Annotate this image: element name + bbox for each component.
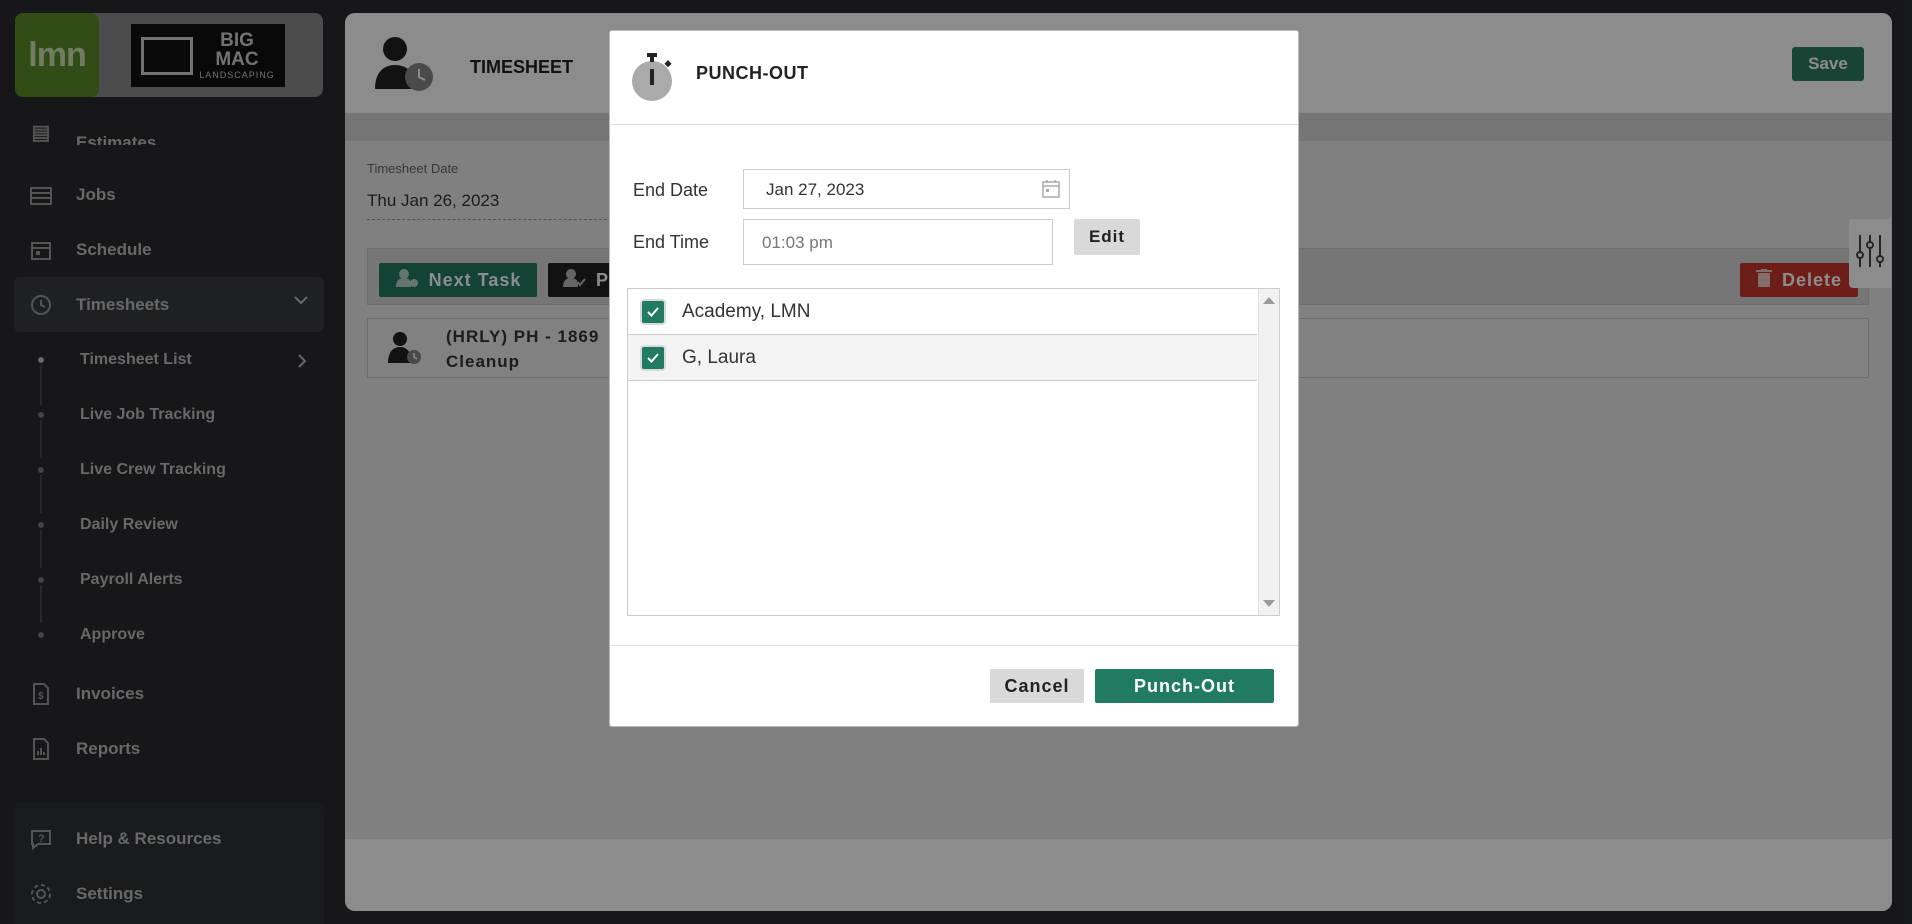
- end-time-input[interactable]: [760, 232, 1024, 254]
- employee-name: G, Laura: [682, 346, 756, 368]
- list-scrollbar[interactable]: [1258, 289, 1279, 615]
- end-date-label: End Date: [633, 180, 709, 200]
- employee-name: Academy, LMN: [682, 300, 811, 322]
- punch-out-dialog: PUNCH-OUT End Date End Time Edit Academy…: [609, 30, 1299, 727]
- end-time-field[interactable]: [743, 219, 1053, 265]
- edit-time-button[interactable]: Edit: [1074, 219, 1140, 255]
- list-item[interactable]: G, Laura: [628, 335, 1257, 381]
- scroll-down-arrow-icon[interactable]: [1263, 600, 1275, 607]
- calendar-icon[interactable]: [1041, 179, 1061, 199]
- employee-checkbox[interactable]: [640, 298, 666, 325]
- end-date-input[interactable]: [764, 179, 1018, 201]
- end-date-field[interactable]: [743, 169, 1070, 209]
- dialog-header: PUNCH-OUT: [610, 31, 1298, 125]
- scroll-up-arrow-icon[interactable]: [1263, 297, 1275, 304]
- end-time-label: End Time: [633, 232, 710, 252]
- punch-out-button[interactable]: Punch-Out: [1095, 669, 1274, 703]
- dialog-title: PUNCH-OUT: [696, 63, 809, 83]
- cancel-button[interactable]: Cancel: [990, 669, 1084, 703]
- employee-checkbox[interactable]: [640, 344, 666, 371]
- dialog-footer: Cancel Punch-Out: [610, 645, 1298, 727]
- list-item[interactable]: Academy, LMN: [628, 289, 1257, 335]
- stopwatch-icon: [632, 51, 676, 103]
- employee-list: Academy, LMN G, Laura: [627, 288, 1280, 616]
